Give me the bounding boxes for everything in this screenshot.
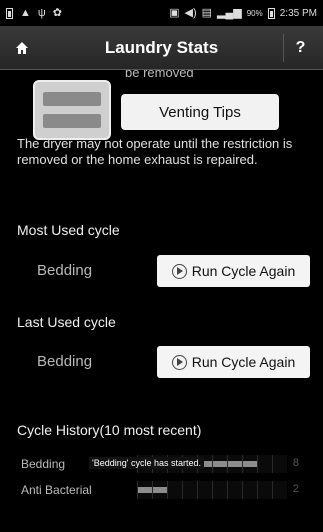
history-bar-fill [228,461,242,467]
history-row: Bedding 'Bedding' cycle has started. 8 [17,454,307,474]
truncated-text: be removed [125,70,194,80]
main-content: be removed Venting Tips The dryer may no… [0,70,323,532]
android-icon: ✿ [52,6,62,19]
run-last-used-button[interactable]: Run Cycle Again [157,346,310,378]
run-button-label: Run Cycle Again [191,354,296,370]
last-used-label: Last Used cycle [17,314,116,330]
battery-percent: 90% [246,8,263,18]
title-bar: Laundry Stats ? [0,26,323,70]
history-count: 2 [292,483,299,495]
history-bar-cell [242,481,257,499]
history-bar-cell [242,455,257,473]
history-bar-fill [153,487,167,493]
status-right-icons: ▣ ◀) ▤ ▂▄▆ 90% 2:35 PM [169,6,317,19]
history-bar-fill [138,487,152,493]
history-bar-cell [167,481,182,499]
toast-message: 'Bedding' cycle has started. [89,457,204,469]
signal-icon: ▂▄▆ [217,6,242,19]
last-used-cycle: Bedding [37,353,93,370]
sd-icon: ▤ [201,6,213,19]
history-bar-cell [272,481,287,499]
usb-icon: ψ [37,6,46,19]
warning-text: The dryer may not operate until the rest… [17,136,293,167]
history-bar-fill [243,461,257,467]
battery-alert-icon [6,7,13,19]
most-used-label: Most Used cycle [17,222,120,238]
home-button[interactable] [8,34,36,62]
history-bar-cell [212,455,227,473]
status-bar: ▲ ψ ✿ ▣ ◀) ▤ ▂▄▆ 90% 2:35 PM [0,0,323,26]
most-used-cycle: Bedding [37,262,93,279]
history-cycle-name: Bedding [21,457,66,471]
clock: 2:35 PM [279,7,317,19]
battery-icon [267,7,275,19]
volume-icon: ◀) [184,6,197,19]
history-bar-cell [182,481,197,499]
history-bar-cell [152,481,167,499]
dryer-vent-icon [33,80,111,140]
history-cycle-name: Anti Bacterial [21,483,92,497]
history-bar-cell [272,455,287,473]
page-title: Laundry Stats [104,37,219,57]
history-row: Anti Bacterial 2 [17,480,307,500]
history-bar-cell [197,481,212,499]
history-bar [137,481,287,499]
cycle-history-label: Cycle History(10 most recent) [17,422,202,438]
history-bar-cell [212,481,227,499]
home-icon [16,42,28,54]
history-bar-cell [227,455,242,473]
help-button[interactable]: ? [283,34,317,62]
warning-icon: ▲ [20,6,31,19]
venting-tips-button[interactable]: Venting Tips [121,94,279,130]
history-bar-fill [213,461,227,467]
run-most-used-button[interactable]: Run Cycle Again [157,255,310,287]
history-bar-cell [227,481,242,499]
history-count: 8 [292,457,299,469]
status-left-icons: ▲ ψ ✿ [6,6,62,19]
history-bar-cell [257,455,272,473]
sim-icon: ▣ [169,6,180,19]
run-button-label: Run Cycle Again [191,263,296,279]
history-bar-cell [257,481,272,499]
play-icon [171,354,187,370]
play-icon [171,263,187,279]
history-bar-cell [137,481,152,499]
